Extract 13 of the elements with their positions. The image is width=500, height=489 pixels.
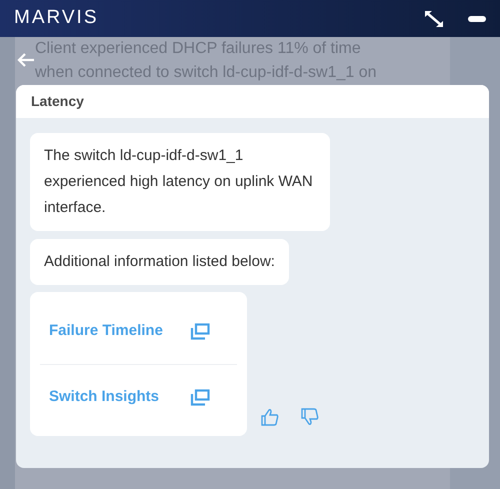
minimize-icon[interactable] — [468, 16, 486, 22]
open-window-icon[interactable] — [190, 322, 210, 340]
message-bubble: The switch ld-cup-idf-d-sw1_1 experienced high latency on uplink WAN interface. — [30, 133, 330, 231]
app-title: MARVIS — [14, 6, 99, 30]
dialog-title: Latency — [31, 92, 84, 111]
link[interactable]: Failure Timeline — [49, 320, 163, 342]
thumbs-up-icon[interactable] — [261, 408, 279, 426]
expand-icon[interactable] — [424, 10, 444, 28]
back-arrow-icon[interactable] — [17, 53, 35, 67]
open-window-icon[interactable] — [190, 389, 210, 406]
link[interactable]: Switch Insights — [49, 386, 160, 409]
message-bubble: Additional information listed below: — [30, 239, 289, 285]
thumbs-down-icon[interactable] — [301, 408, 319, 426]
